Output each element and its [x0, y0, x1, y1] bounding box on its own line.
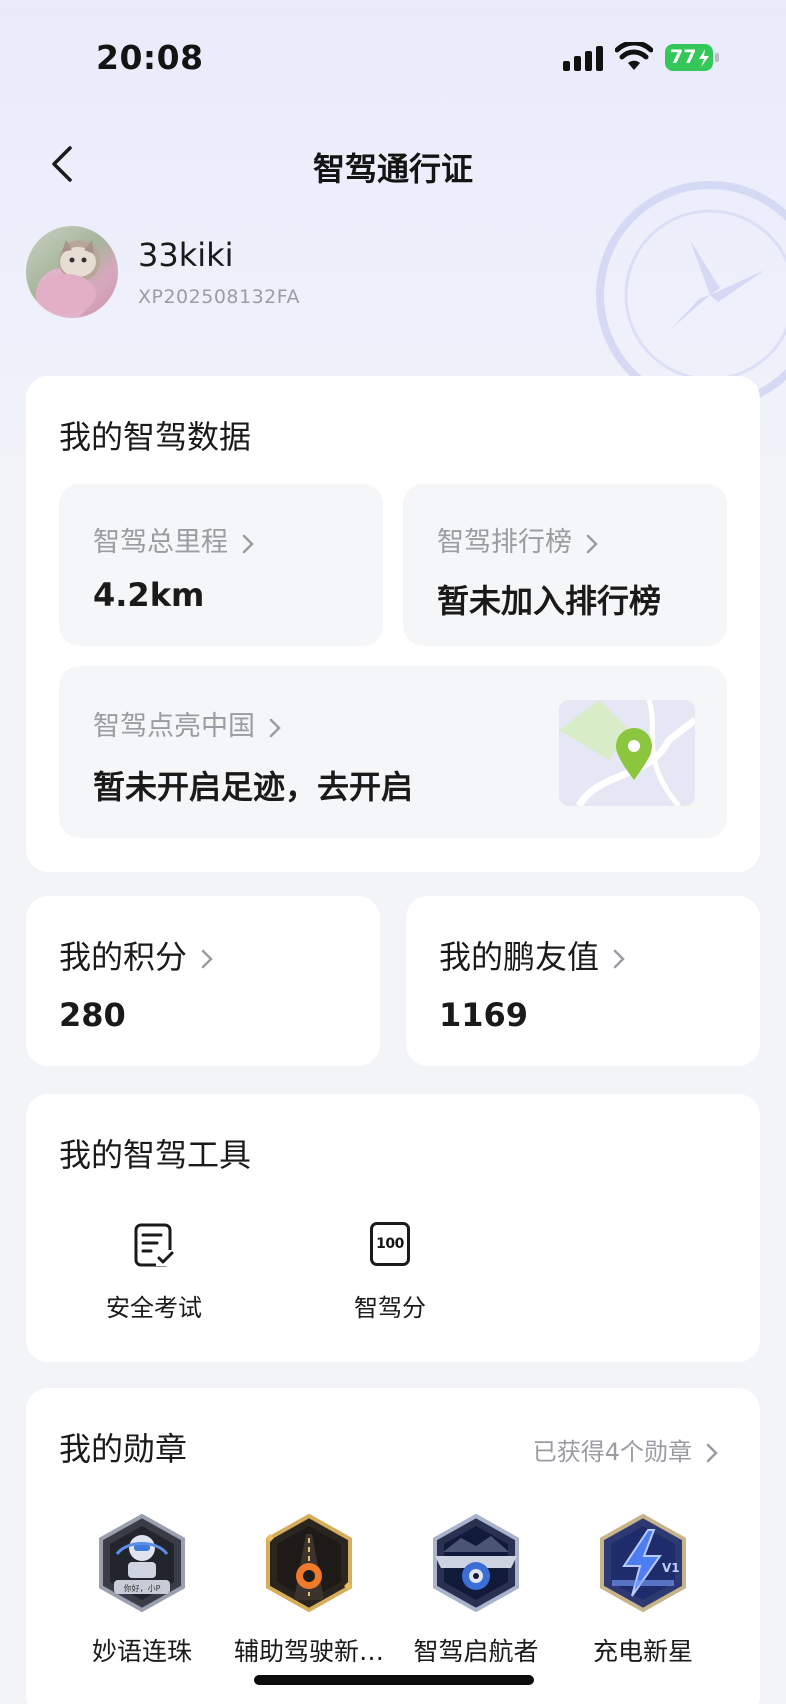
medal-name: 妙语连珠 — [91, 1637, 192, 1666]
friend-value-card[interactable]: 我的鹏友值 1169 — [406, 896, 760, 1066]
ranking-tile[interactable]: 智驾排行榜 暂未加入排行榜 — [403, 484, 727, 646]
medal-name: 辅助驾驶新… — [233, 1637, 384, 1666]
chevron-right-icon — [613, 949, 625, 969]
home-indicator[interactable] — [254, 1675, 534, 1685]
chevron-right-icon — [586, 534, 598, 553]
lightning-medal-icon: V1 — [600, 1514, 686, 1612]
score-100-icon: 100 — [370, 1222, 410, 1266]
tool-safety-exam[interactable]: 安全考试 — [79, 1222, 229, 1332]
light-up-china-label: 智驾点亮中国 — [93, 704, 283, 743]
avatar[interactable] — [26, 226, 118, 318]
points-label-text: 我的积分 — [59, 938, 188, 976]
user-profile[interactable]: 33kiki XP202508132FA — [26, 226, 526, 320]
friend-value-label-text: 我的鹏友值 — [439, 938, 600, 976]
tool-driving-score[interactable]: 100 智驾分 — [315, 1222, 465, 1332]
exam-checklist-icon — [134, 1223, 174, 1267]
tools-card: 我的智驾工具 安全考试 100 智驾分 — [26, 1094, 760, 1362]
points-card[interactable]: 我的积分 280 — [26, 896, 380, 1066]
medals-card: 我的勋章 已获得4个勋章 你好，小P 妙语连珠 辅助驾驶新… 智驾启航者 V1 … — [26, 1388, 760, 1704]
chevron-right-icon — [269, 718, 281, 737]
robot-medal-icon: 你好，小P — [99, 1514, 185, 1612]
points-value: 280 — [59, 996, 126, 1034]
medal-item[interactable]: 你好，小P 妙语连珠 — [57, 1514, 227, 1674]
medals-count-text: 已获得4个勋章 — [532, 1438, 692, 1466]
points-label: 我的积分 — [59, 932, 215, 978]
chevron-right-icon — [242, 534, 254, 553]
road-medal-icon — [266, 1514, 352, 1612]
battery-indicator: 77 — [665, 44, 719, 71]
cellular-signal-icon — [563, 46, 603, 71]
medal-item[interactable]: 辅助驾驶新… — [224, 1514, 394, 1674]
total-mileage-tile[interactable]: 智驾总里程 4.2km — [59, 484, 383, 646]
map-thumbnail — [559, 700, 695, 806]
ranking-label-text: 智驾排行榜 — [437, 527, 572, 558]
tool-driving-score-label: 智驾分 — [354, 1294, 426, 1322]
navigation-bar: 智驾通行证 — [0, 130, 786, 200]
username: 33kiki — [138, 236, 234, 274]
wifi-icon — [615, 42, 653, 70]
light-up-china-label-text: 智驾点亮中国 — [93, 711, 255, 742]
cat-avatar-image — [36, 240, 96, 314]
status-time: 20:08 — [96, 38, 204, 77]
car-medal-icon — [433, 1514, 519, 1612]
total-mileage-label: 智驾总里程 — [93, 520, 256, 559]
status-bar: 20:08 77 — [0, 0, 786, 120]
map-pin-icon — [559, 700, 695, 806]
chevron-right-icon — [201, 949, 213, 969]
medal-item[interactable]: V1 充电新星 — [558, 1514, 728, 1674]
light-up-china-tile[interactable]: 智驾点亮中国 暂未开启足迹，去开启 — [59, 666, 727, 838]
tools-title: 我的智驾工具 — [59, 1136, 252, 1174]
medals-title: 我的勋章 — [59, 1430, 188, 1468]
friend-value-value: 1169 — [439, 996, 529, 1034]
friend-value-label: 我的鹏友值 — [439, 932, 627, 978]
lightning-medal-text: V1 — [662, 1561, 680, 1575]
user-id: XP202508132FA — [138, 286, 300, 308]
total-mileage-value: 4.2km — [93, 576, 205, 614]
medal-name: 充电新星 — [592, 1637, 693, 1666]
tool-safety-exam-label: 安全考试 — [106, 1294, 202, 1322]
battery-level: 77 — [670, 46, 697, 68]
ranking-value: 暂未加入排行榜 — [437, 582, 662, 620]
ranking-label: 智驾排行榜 — [437, 520, 600, 559]
robot-medal-text: 你好，小P — [124, 1583, 161, 1593]
driving-data-title: 我的智驾数据 — [59, 418, 252, 456]
driving-data-card: 我的智驾数据 智驾总里程 4.2km 智驾排行榜 暂未加入排行榜 智驾点亮中国 … — [26, 376, 760, 872]
total-mileage-label-text: 智驾总里程 — [93, 527, 228, 558]
medal-name: 智驾启航者 — [413, 1637, 539, 1666]
page-title: 智驾通行证 — [312, 150, 473, 188]
light-up-china-value: 暂未开启足迹，去开启 — [93, 768, 414, 806]
medals-count-link[interactable]: 已获得4个勋章 — [533, 1432, 720, 1467]
chevron-right-icon — [706, 1443, 718, 1463]
score-100-icon-text: 100 — [376, 1236, 404, 1252]
medal-item[interactable]: 智驾启航者 — [391, 1514, 561, 1674]
